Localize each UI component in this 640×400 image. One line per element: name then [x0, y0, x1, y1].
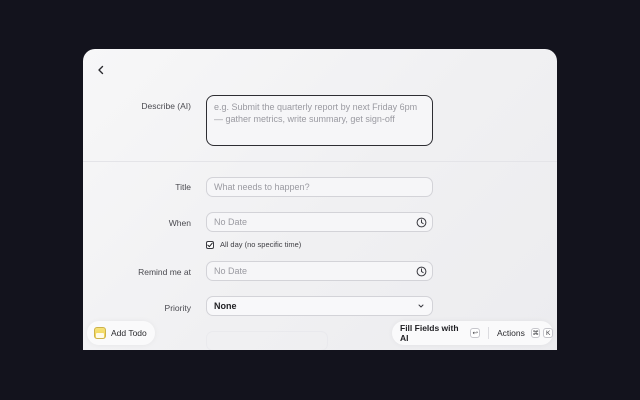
remind-value: No Date [214, 266, 248, 276]
priority-label: Priority [164, 303, 191, 313]
when-value: No Date [214, 217, 248, 227]
when-field[interactable]: No Date [206, 212, 433, 232]
next-field-ghost [206, 331, 328, 350]
fill-ai-button[interactable]: Fill Fields with AI [400, 323, 465, 343]
chevron-left-icon [98, 65, 104, 75]
clock-icon[interactable] [416, 266, 427, 277]
title-field[interactable] [206, 177, 433, 197]
k-key-icon: K [543, 328, 554, 338]
bar-separator [488, 327, 489, 339]
describe-textarea[interactable] [214, 101, 425, 140]
priority-select[interactable]: None [206, 296, 433, 316]
actions-button[interactable]: Actions [497, 328, 525, 338]
app-name: Add Todo [111, 328, 147, 338]
action-bar: Fill Fields with AI ↩ Actions ⌘ K [392, 321, 554, 345]
title-input[interactable] [214, 182, 425, 192]
title-label: Title [175, 182, 191, 192]
chevron-down-icon [418, 304, 424, 308]
clock-icon[interactable] [416, 217, 427, 228]
checkmark-icon [207, 242, 213, 247]
enter-key-icon: ↩ [470, 328, 481, 338]
remind-field[interactable]: No Date [206, 261, 433, 281]
command-key-icon: ⌘ [530, 328, 541, 338]
app-indicator[interactable]: Add Todo [87, 321, 155, 345]
add-todo-window: Describe (AI) Title When No Date All day… [83, 49, 557, 350]
when-label: When [168, 218, 191, 228]
priority-value: None [214, 301, 237, 311]
notes-app-icon [94, 327, 106, 339]
describe-field[interactable] [206, 95, 433, 146]
remind-label: Remind me at [138, 267, 191, 277]
all-day-row[interactable]: All day (no specific time) [206, 240, 301, 249]
back-button[interactable] [93, 62, 109, 78]
describe-label: Describe (AI) [141, 101, 191, 111]
all-day-checkbox[interactable] [206, 240, 214, 249]
all-day-label: All day (no specific time) [220, 240, 302, 249]
section-divider [83, 161, 557, 162]
